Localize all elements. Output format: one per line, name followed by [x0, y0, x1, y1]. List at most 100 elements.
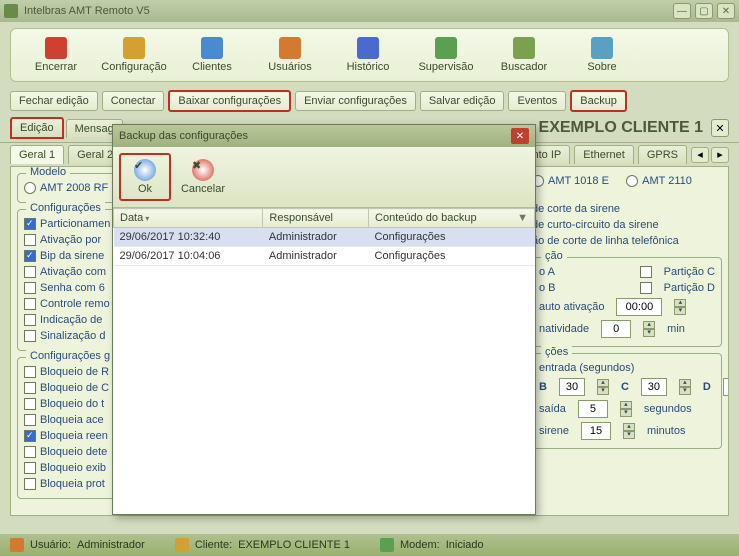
salvar-edicao-button[interactable]: Salvar edição	[420, 91, 505, 111]
col-data[interactable]: Data▾	[114, 209, 263, 228]
check-controle-remo[interactable]	[24, 298, 36, 310]
auto-ativacao-input[interactable]	[616, 298, 662, 316]
check-bip-sirene[interactable]	[24, 250, 36, 262]
client-close-button[interactable]: ✕	[711, 119, 729, 137]
check-label: Bloqueio de C	[40, 382, 109, 394]
client-icon	[175, 538, 189, 552]
sobre-button[interactable]: Sobre	[563, 31, 641, 79]
check-label: Bloqueia ace	[40, 414, 104, 426]
check-ativacao-com[interactable]	[24, 266, 36, 278]
label: sirene	[539, 425, 569, 437]
check-label: Controle remo	[40, 298, 110, 310]
check-bloq-ace[interactable]	[24, 414, 36, 426]
check-label: Ativação por	[40, 234, 101, 246]
eventos-button[interactable]: Eventos	[508, 91, 566, 111]
check-particao-d[interactable]	[640, 282, 652, 294]
check-label: Ativação com	[40, 266, 106, 278]
spin-up[interactable]: ▴	[623, 423, 635, 431]
spin-up[interactable]: ▴	[674, 299, 686, 307]
gear-icon	[123, 37, 145, 59]
sirene-input[interactable]	[581, 422, 611, 440]
check-bloq-t[interactable]	[24, 398, 36, 410]
link-curto: de curto-circuito da sirene	[532, 217, 722, 233]
ok-icon: ✔	[134, 159, 156, 181]
check-label: Bip da sirene	[40, 250, 104, 262]
unit: min	[667, 323, 685, 335]
configuracao-button[interactable]: Configuração	[95, 31, 173, 79]
conectar-button[interactable]: Conectar	[102, 91, 165, 111]
buscador-button[interactable]: Buscador	[485, 31, 563, 79]
enviar-config-button[interactable]: Enviar configurações	[295, 91, 416, 111]
cell-cont: Configurações	[369, 228, 535, 247]
check-senha6[interactable]	[24, 282, 36, 294]
radio-amt2110[interactable]	[626, 175, 638, 187]
unit: segundos	[644, 403, 692, 415]
history-icon	[357, 37, 379, 59]
info-icon	[591, 37, 613, 59]
toolbar-label: Configuração	[101, 61, 166, 73]
spin-down[interactable]: ▾	[597, 387, 609, 395]
config-legend: Configurações	[26, 202, 105, 214]
filter-icon[interactable]: ▼	[517, 212, 528, 224]
check-bloq-r[interactable]	[24, 366, 36, 378]
backup-table: Data▾ Responsável Conteúdo do backup▼ 29…	[113, 208, 535, 266]
tab-ethernet[interactable]: Ethernet	[574, 145, 634, 164]
col-conteudo[interactable]: Conteúdo do backup▼	[369, 209, 535, 228]
check-particao-c[interactable]	[640, 266, 652, 278]
b-input[interactable]	[559, 378, 585, 396]
ok-button[interactable]: ✔ Ok	[119, 153, 171, 201]
cancel-icon: ✖	[192, 159, 214, 181]
check-bloq-prot[interactable]	[24, 478, 36, 490]
cell-resp: Administrador	[263, 228, 369, 247]
table-row[interactable]: 29/06/2017 10:32:40 Administrador Config…	[114, 228, 535, 247]
button-label: Cancelar	[181, 183, 225, 195]
button-label: Ok	[138, 183, 152, 195]
supervisao-button[interactable]: Supervisão	[407, 31, 485, 79]
close-button[interactable]: ✕	[717, 3, 735, 19]
saida-input[interactable]	[578, 400, 608, 418]
c-input[interactable]	[641, 378, 667, 396]
spin-up[interactable]: ▴	[597, 379, 609, 387]
dialog-close-button[interactable]: ✕	[511, 128, 529, 144]
cancelar-button[interactable]: ✖ Cancelar	[177, 153, 229, 201]
coes-fieldset: ções entrada (segundos) B▴▾ C▴▾ D▴▾ saíd…	[532, 353, 722, 449]
check-bloq-reen[interactable]	[24, 430, 36, 442]
d-input[interactable]	[723, 378, 729, 396]
encerrar-button[interactable]: Encerrar	[17, 31, 95, 79]
spin-up[interactable]: ▴	[679, 379, 691, 387]
check-ativacao-por[interactable]	[24, 234, 36, 246]
tab-edicao[interactable]: Edição	[10, 117, 64, 139]
minimize-button[interactable]: —	[673, 3, 691, 19]
spin-down[interactable]: ▾	[674, 307, 686, 315]
baixar-config-button[interactable]: Baixar configurações	[168, 90, 291, 112]
maximize-button[interactable]: ▢	[695, 3, 713, 19]
fechar-edicao-button[interactable]: Fechar edição	[10, 91, 98, 111]
spin-down[interactable]: ▾	[643, 329, 655, 337]
spin-up[interactable]: ▴	[620, 401, 632, 409]
app-icon	[4, 4, 18, 18]
usuarios-button[interactable]: Usuários	[251, 31, 329, 79]
tab-scroll-left[interactable]: ◂	[691, 147, 709, 163]
check-bloq-c[interactable]	[24, 382, 36, 394]
col-responsavel[interactable]: Responsável	[263, 209, 369, 228]
check-particionamen[interactable]	[24, 218, 36, 230]
label: auto ativação	[539, 301, 604, 313]
check-bloq-exib[interactable]	[24, 462, 36, 474]
check-indicacao[interactable]	[24, 314, 36, 326]
radio-amt2008[interactable]	[24, 182, 36, 194]
spin-up[interactable]: ▴	[643, 321, 655, 329]
spin-down[interactable]: ▾	[620, 409, 632, 417]
modelo-legend: Modelo	[26, 166, 70, 178]
spin-down[interactable]: ▾	[623, 431, 635, 439]
clientes-button[interactable]: Clientes	[173, 31, 251, 79]
check-sinalizacao[interactable]	[24, 330, 36, 342]
historico-button[interactable]: Histórico	[329, 31, 407, 79]
tab-scroll-right[interactable]: ▸	[711, 147, 729, 163]
check-bloq-dete[interactable]	[24, 446, 36, 458]
tab-gprs[interactable]: GPRS	[638, 145, 687, 164]
spin-down[interactable]: ▾	[679, 387, 691, 395]
tab-geral1[interactable]: Geral 1	[10, 145, 64, 164]
table-row[interactable]: 29/06/2017 10:04:06 Administrador Config…	[114, 247, 535, 266]
inatividade-input[interactable]	[601, 320, 631, 338]
backup-button[interactable]: Backup	[570, 90, 627, 112]
